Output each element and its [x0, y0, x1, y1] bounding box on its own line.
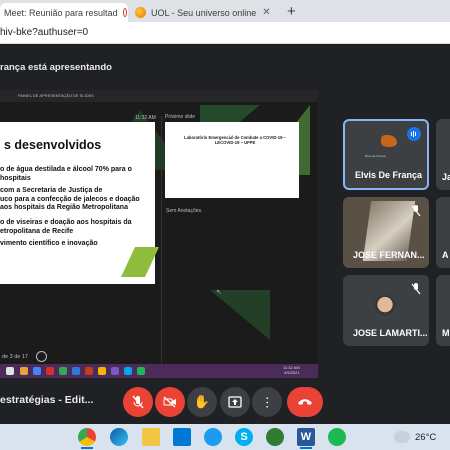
present-screen-icon [228, 396, 242, 408]
app-icon [6, 367, 14, 375]
speaking-indicator-icon [407, 127, 421, 141]
participant-name: Ja [442, 172, 450, 182]
tab-uol-title: UOL - Seu universo online [151, 7, 257, 18]
windows-taskbar: S W 26°C [0, 424, 450, 450]
ppt-footer: de 3 de 17 [0, 350, 160, 364]
ppt-clock: 11:32 AM [135, 115, 156, 121]
slide-bullet: aos hospitais da Região Metropolitana [0, 204, 128, 212]
recording-icon [123, 9, 126, 16]
slide-bullet: hospitais [0, 174, 31, 182]
notes-label: Sem Anotações. [166, 208, 203, 214]
participant-tile[interactable]: A [436, 197, 450, 268]
ppt-header-text: PAINEL DE APRESENTAÇÃO DE SLIDES [18, 93, 94, 98]
participant-name: Elvis De França [355, 170, 423, 180]
slide-title: s desenvolvidos [4, 138, 102, 152]
more-options-button[interactable]: ⋯ [252, 387, 282, 417]
app-icon [46, 367, 54, 375]
edge-icon[interactable] [110, 428, 128, 446]
store-icon[interactable] [173, 428, 191, 446]
slide-bullet: com a Secretaria de Justiça de [0, 187, 103, 195]
hang-up-icon [298, 399, 312, 405]
spotify-icon[interactable] [328, 428, 346, 446]
app-icon [20, 367, 28, 375]
presenting-text: rança está apresentando [0, 62, 112, 73]
camera-off-icon [163, 396, 176, 408]
participant-name: M [442, 328, 450, 338]
ppt-side-panel: Sem Anotações. ↖ [161, 116, 311, 364]
mic-toggle-button[interactable] [123, 387, 153, 417]
ppt-presenter-header: PAINEL DE APRESENTAÇÃO DE SLIDES [0, 90, 318, 102]
app-icon [137, 367, 145, 375]
mic-off-icon [411, 283, 421, 295]
camera-toggle-button[interactable] [155, 387, 185, 417]
shared-clock: 11:32 AM 4/5/2021 [283, 365, 300, 375]
slide-bullet: vimento científico e inovação [0, 240, 98, 248]
new-tab-button[interactable]: + [287, 3, 296, 20]
raise-hand-button[interactable]: ✋ [187, 387, 217, 417]
close-icon[interactable]: ✕ [262, 7, 270, 18]
play-icon[interactable] [36, 351, 47, 362]
tab-uol[interactable]: UOL - Seu universo online ✕ [131, 3, 279, 22]
participant-tile-jose-lamarti[interactable]: JOSE LAMARTI... [343, 275, 429, 346]
slide-bullet: uco para a confecção de jalecos e doação [0, 195, 140, 203]
avatar [373, 295, 397, 319]
shared-date: 4/5/2021 [284, 370, 300, 375]
app-icon [85, 367, 93, 375]
app-icon [98, 367, 106, 375]
leave-call-button[interactable] [287, 387, 323, 417]
chrome-icon[interactable] [78, 428, 96, 449]
present-button[interactable] [220, 387, 250, 417]
meet-control-bar: estratégias - Edit... ✋ ⋯ [0, 381, 450, 423]
mic-off-icon [132, 395, 144, 409]
uol-favicon-icon [135, 7, 146, 18]
app-icon [72, 367, 80, 375]
participant-name: A [442, 250, 449, 260]
current-slide: s desenvolvidos o de água destilada e ál… [0, 122, 159, 284]
app-icon [111, 367, 119, 375]
dog-logo-icon [381, 135, 397, 147]
app-icon[interactable] [204, 428, 222, 446]
more-vert-icon: ⋯ [260, 395, 275, 409]
app-icon [124, 367, 132, 375]
tab-meet[interactable]: Meet: Reunião para resultad ✕ [0, 3, 128, 22]
avatar-caption: Elvis de França [365, 154, 386, 158]
word-icon[interactable]: W [297, 428, 315, 449]
participant-tile[interactable]: M [436, 275, 450, 346]
weather-icon [394, 431, 410, 443]
meeting-title: estratégias - Edit... [0, 394, 94, 406]
tab-meet-title: Meet: Reunião para resultad [4, 7, 118, 18]
app-icon [59, 367, 67, 375]
address-bar[interactable]: hiv-bke?authuser=0 [0, 22, 450, 44]
presenting-banner: rança está apresentando [0, 53, 450, 81]
slide-bullet: o de viseiras e doação aos hospitais da [0, 218, 132, 226]
participant-tile[interactable]: Ja [436, 119, 450, 190]
skype-icon[interactable]: S [235, 428, 253, 446]
mic-off-icon [411, 205, 421, 217]
app-icon [33, 367, 41, 375]
slide-bullets: o de água destilada e álcool 70% para o … [0, 166, 140, 253]
cursor-icon: ↖ [216, 289, 222, 296]
browser-tab-strip: Meet: Reunião para resultad ✕ UOL - Seu … [0, 0, 450, 22]
slide-counter: de 3 de 17 [2, 354, 28, 360]
url-text: hiv-bke?authuser=0 [0, 27, 89, 38]
shared-windows-taskbar: 11:32 AM 4/5/2021 [0, 364, 318, 378]
slide-bullet: etropolitana de Recife [0, 227, 74, 235]
participant-tile-jose-fernan[interactable]: JOSE FERNAN... [343, 197, 429, 268]
participant-tile-elvis[interactable]: Elvis de França Elvis De França [343, 119, 429, 190]
participant-name: JOSE LAMARTI... [353, 328, 428, 338]
file-explorer-icon[interactable] [142, 428, 160, 446]
app-icon[interactable] [266, 428, 284, 446]
slide-bullet: o de água destilada e álcool 70% para o [0, 166, 132, 173]
temperature: 26°C [415, 432, 437, 443]
participant-name: JOSE FERNAN... [353, 250, 425, 260]
hand-icon: ✋ [193, 394, 211, 409]
